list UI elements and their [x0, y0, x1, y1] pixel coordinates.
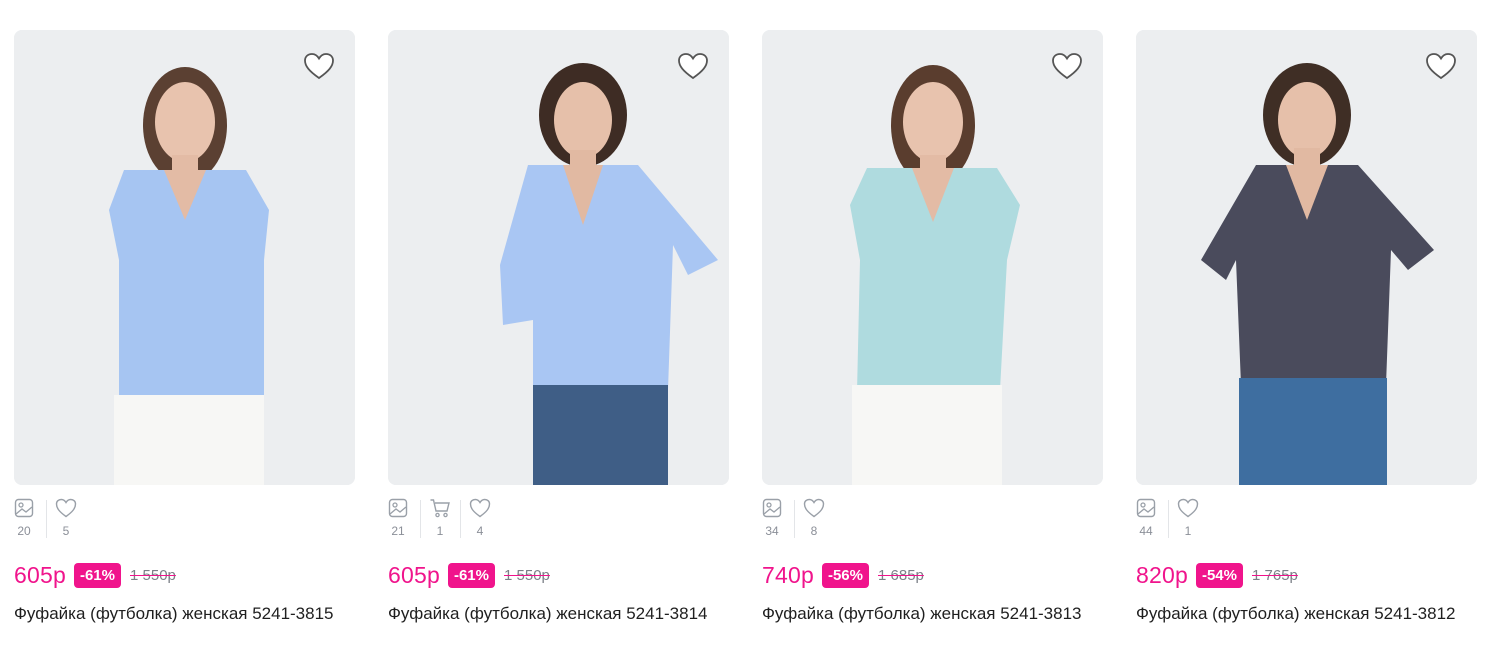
photos-count[interactable]: 20: [14, 498, 34, 542]
discount-badge: -61%: [447, 562, 495, 588]
model-photo: [388, 30, 729, 485]
product-photo[interactable]: [388, 30, 729, 485]
current-price: 605р: [14, 561, 66, 588]
product-photo[interactable]: [1136, 30, 1477, 485]
product-stats: 44 1: [1136, 498, 1208, 542]
cart-icon: [430, 499, 450, 518]
heart-outline-icon: [678, 53, 708, 80]
price-row: 605р -61% 1 550р: [388, 560, 550, 590]
product-stats: 20 5: [14, 498, 86, 542]
price-row: 605р -61% 1 550р: [14, 560, 176, 590]
old-price: 1 550р: [504, 566, 550, 584]
image-icon: [762, 498, 782, 518]
discount-badge: -61%: [73, 562, 121, 588]
product-title[interactable]: Фуфайка (футболка) женская 5241-3814: [388, 600, 718, 628]
likes-count[interactable]: 1: [1168, 498, 1208, 542]
cart-count[interactable]: 1: [420, 498, 460, 542]
old-price: 1 765р: [1252, 566, 1298, 584]
discount-badge: -56%: [821, 562, 869, 588]
image-icon: [14, 498, 34, 518]
model-photo: [762, 30, 1103, 485]
model-photo: [1136, 30, 1477, 485]
heart-outline-icon: [304, 53, 334, 80]
product-stats: 21 1 4: [388, 498, 500, 542]
heart-outline-icon: [55, 498, 77, 518]
heart-outline-icon: [803, 498, 825, 518]
favorite-button[interactable]: [1423, 48, 1459, 84]
favorite-button[interactable]: [301, 48, 337, 84]
price-row: 740р -56% 1 685р: [762, 560, 924, 590]
product-stats: 34 8: [762, 498, 834, 542]
product-card[interactable]: 44 1 820р -54% 1 765р Фуфайка (футболка)…: [1136, 30, 1477, 662]
current-price: 605р: [388, 561, 440, 588]
old-price: 1 550р: [130, 566, 176, 584]
heart-outline-icon: [1052, 53, 1082, 80]
favorite-button[interactable]: [1049, 48, 1085, 84]
product-title[interactable]: Фуфайка (футболка) женская 5241-3815: [14, 600, 344, 628]
product-card[interactable]: 20 5 605р -61% 1 550р Фуфайка (футболка)…: [14, 30, 355, 662]
old-price: 1 685р: [878, 566, 924, 584]
heart-outline-icon: [469, 498, 491, 518]
photos-count[interactable]: 21: [388, 498, 408, 542]
current-price: 740р: [762, 561, 814, 588]
favorite-button[interactable]: [675, 48, 711, 84]
model-photo: [14, 30, 355, 485]
product-photo[interactable]: [14, 30, 355, 485]
product-photo[interactable]: [762, 30, 1103, 485]
product-card[interactable]: 21 1 4 605р -61% 1 550р Фуфайка (футболк…: [388, 30, 729, 662]
heart-outline-icon: [1177, 498, 1199, 518]
heart-outline-icon: [1426, 53, 1456, 80]
image-icon: [1136, 498, 1156, 518]
photos-count[interactable]: 44: [1136, 498, 1156, 542]
image-icon: [388, 498, 408, 518]
product-card[interactable]: 34 8 740р -56% 1 685р Фуфайка (футболка)…: [762, 30, 1103, 662]
current-price: 820р: [1136, 561, 1188, 588]
photos-count[interactable]: 34: [762, 498, 782, 542]
product-title[interactable]: Фуфайка (футболка) женская 5241-3813: [762, 600, 1092, 628]
product-title[interactable]: Фуфайка (футболка) женская 5241-3812: [1136, 600, 1466, 628]
likes-count[interactable]: 5: [46, 498, 86, 542]
likes-count[interactable]: 8: [794, 498, 834, 542]
discount-badge: -54%: [1195, 562, 1243, 588]
likes-count[interactable]: 4: [460, 498, 500, 542]
price-row: 820р -54% 1 765р: [1136, 560, 1298, 590]
product-grid: 20 5 605р -61% 1 550р Фуфайка (футболка)…: [14, 30, 1477, 662]
